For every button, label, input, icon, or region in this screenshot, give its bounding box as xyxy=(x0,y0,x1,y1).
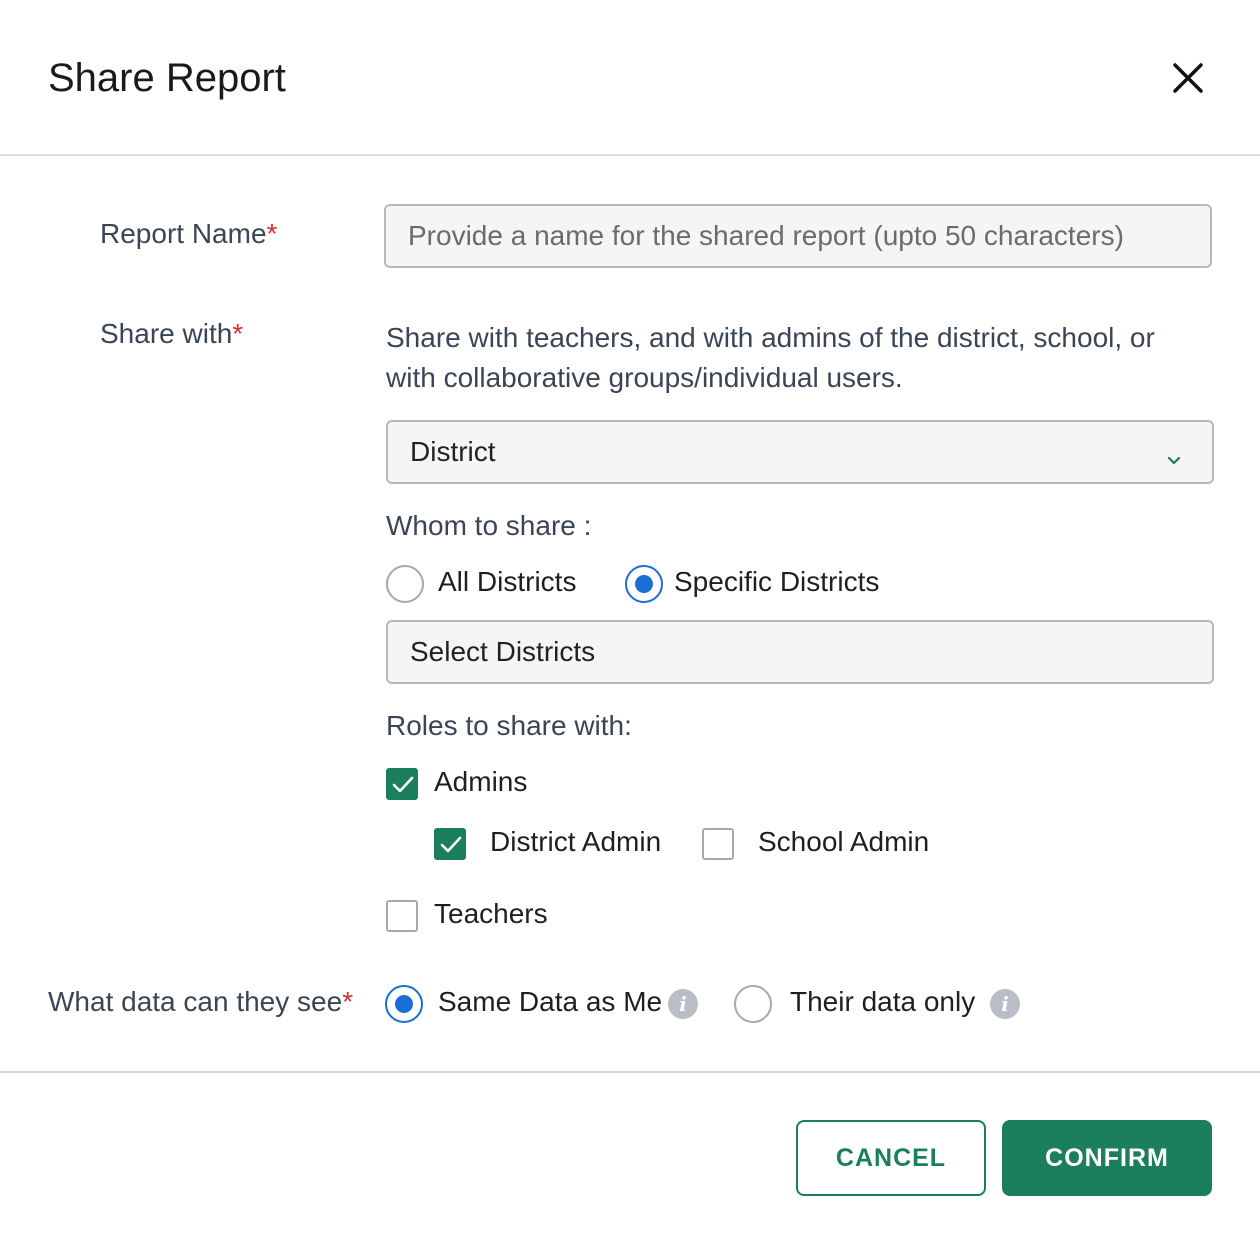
required-mark: * xyxy=(266,218,278,249)
report-name-input[interactable] xyxy=(408,220,1210,252)
confirm-button[interactable]: CONFIRM xyxy=(1002,1120,1212,1196)
close-icon[interactable] xyxy=(1166,56,1210,100)
radio-their-data[interactable] xyxy=(734,985,772,1023)
dialog-title: Share Report xyxy=(48,56,286,100)
checkbox-district-admin-label: District Admin xyxy=(490,826,662,857)
info-icon[interactable]: i xyxy=(990,989,1020,1019)
roles-label: Roles to share with: xyxy=(386,710,632,741)
report-name-label-text: Report Name xyxy=(100,218,267,249)
radio-specific-districts-label: Specific Districts xyxy=(674,566,880,597)
chevron-down-icon xyxy=(1166,444,1182,465)
required-mark: * xyxy=(342,986,354,1017)
select-districts-field[interactable]: Select Districts xyxy=(386,620,1214,684)
info-icon[interactable]: i xyxy=(668,989,698,1019)
checkbox-admins[interactable] xyxy=(386,768,418,800)
required-mark: * xyxy=(232,318,244,349)
share-with-label-text: Share with xyxy=(100,318,233,349)
share-level-value: District xyxy=(410,436,496,467)
whom-to-share-label: Whom to share : xyxy=(386,510,592,541)
check-icon xyxy=(392,776,414,793)
report-name-field[interactable] xyxy=(384,204,1212,268)
checkbox-school-admin[interactable] xyxy=(702,828,734,860)
check-icon xyxy=(440,836,462,853)
share-with-label: Share with* xyxy=(100,318,243,350)
checkbox-teachers[interactable] xyxy=(386,900,418,932)
radio-same-data[interactable] xyxy=(385,985,423,1023)
checkbox-teachers-label: Teachers xyxy=(434,898,548,929)
footer-divider xyxy=(0,1071,1260,1073)
checkbox-admins-label: Admins xyxy=(434,766,528,797)
radio-all-districts-label: All Districts xyxy=(438,566,577,597)
checkbox-school-admin-label: School Admin xyxy=(758,826,930,857)
radio-their-data-label: Their data only xyxy=(790,986,976,1017)
share-level-select[interactable]: District xyxy=(386,420,1214,484)
select-districts-placeholder: Select Districts xyxy=(410,636,596,667)
data-visibility-label: What data can they see* xyxy=(48,986,353,1018)
radio-all-districts[interactable] xyxy=(386,565,424,603)
dialog-header: Share Report xyxy=(0,0,1260,156)
data-visibility-label-text: What data can they see xyxy=(48,986,343,1017)
checkbox-district-admin[interactable] xyxy=(434,828,466,860)
radio-specific-districts[interactable] xyxy=(625,565,663,603)
share-with-description: Share with teachers, and with admins of … xyxy=(386,322,1155,393)
report-name-label: Report Name* xyxy=(100,218,277,250)
cancel-button[interactable]: CANCEL xyxy=(796,1120,986,1196)
radio-same-data-label: Same Data as Me xyxy=(438,986,663,1017)
